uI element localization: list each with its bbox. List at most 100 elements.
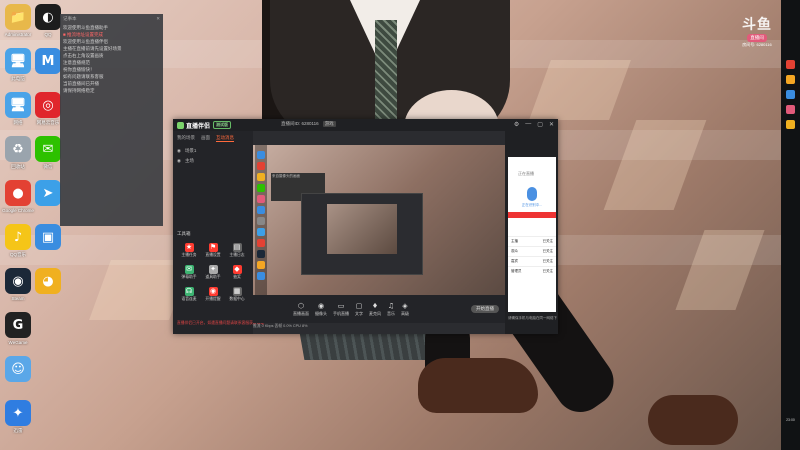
tool-button[interactable]: ▦ 数据中心 [225, 287, 249, 302]
microphone-icon[interactable] [527, 187, 537, 201]
source-icon[interactable] [257, 151, 265, 159]
bottom-button-icon: ⬡ [297, 301, 305, 310]
tab-2[interactable]: 互动消息 [216, 135, 234, 142]
source-icon[interactable] [257, 261, 265, 269]
app-name: 直播伴侣 [186, 123, 211, 130]
bottom-button-label: 高级 [401, 310, 409, 316]
taskbar-app-icon[interactable] [786, 105, 795, 114]
bottom-button[interactable]: ♫ 音乐 [387, 302, 395, 317]
source-icon[interactable] [257, 173, 265, 181]
tool-button[interactable]: ☊ 语音连麦 [177, 287, 201, 302]
tool-icon: ☊ [184, 287, 194, 296]
taskbar-app-icon[interactable] [786, 75, 795, 84]
source-icon[interactable] [257, 162, 265, 170]
watermark-logo: 斗鱼 [742, 17, 772, 33]
left-tabs: 我的场景 画面 互动消息 [173, 131, 253, 146]
tool-button[interactable]: ⚑ 直播设置 [201, 243, 225, 258]
source-icon[interactable] [257, 184, 265, 192]
tool-icon: ✉ [184, 265, 194, 274]
eye-icon[interactable]: ◉ [177, 148, 181, 154]
source-icon[interactable] [257, 272, 265, 280]
bottom-button[interactable]: ▢ 文字 [355, 302, 363, 317]
tab-1[interactable]: 画面 [201, 135, 210, 142]
tool-button[interactable]: ✦ 道具助手 [201, 265, 225, 280]
photo-tie [375, 20, 397, 120]
tool-button[interactable]: ✉ 弹幕助手 [177, 265, 201, 280]
bottom-button[interactable]: ♦ 麦克风 [369, 302, 381, 317]
tool-label: 数据中心 [229, 297, 245, 301]
taskbar-clock[interactable]: 23:00 [781, 418, 800, 422]
bottom-button-label: 直播画面 [293, 310, 309, 316]
notes-line: 祝你直播愉快！ [63, 67, 95, 72]
tool-button[interactable]: ◉ 开播提醒 [201, 287, 225, 302]
phone-list-row[interactable]: 管理员 已关注 [508, 266, 556, 276]
right-panel: 正在直播 正在识别中... 主播 已关注 观众 已关注 嘉宾 已关注 管理员 已关注 请确保手… [505, 131, 558, 334]
nested-image [327, 204, 397, 254]
notes-line: 注意直播规范 [63, 60, 90, 65]
taskbar-app-icon[interactable] [786, 90, 795, 99]
bottom-button[interactable]: ◉ 摄像头 [315, 302, 327, 317]
live-assistant-window[interactable]: 直播伴侣 测试版 直播间ID: 6280116 游戏 ⚙ — ▢ ✕ 我的场景 画面 互动… [173, 119, 558, 334]
taskbar-app-icon[interactable] [786, 120, 795, 129]
bottom-button-icon: ▢ [355, 301, 363, 310]
taskbar [781, 0, 800, 450]
start-live-button[interactable]: 开始直播 [471, 305, 499, 313]
scene-label: 场景1 [184, 148, 197, 153]
phone-caption: 正在识别中... [521, 203, 543, 207]
tool-label: 抽奖 [233, 275, 241, 279]
phone-list-row[interactable]: 嘉宾 已关注 [508, 256, 556, 266]
close-icon[interactable]: ✕ [156, 16, 160, 22]
close-icon[interactable]: ✕ [549, 121, 554, 128]
taskbar-app-icon[interactable] [786, 60, 795, 69]
source-icon[interactable] [257, 195, 265, 203]
phone-top-text: 正在直播 [518, 171, 534, 176]
scene-item[interactable]: ◉ 场景1 [173, 146, 253, 156]
notes-content[interactable]: 欢迎使用斗鱼直播助手 ■ 推流地址设置完成 欢迎使用斗鱼直播伴侣 主播在直播前请先设置… [60, 25, 163, 94]
tab-0[interactable]: 我的场景 [177, 135, 195, 142]
desktop-icon[interactable]: ◕ [30, 268, 66, 296]
watermark-pill: 直播间 [747, 34, 767, 42]
source-icon[interactable] [257, 250, 265, 258]
desktop-icon[interactable]: ☺ [0, 356, 36, 384]
tool-button[interactable]: ▤ 主播日志 [225, 243, 249, 258]
source-icon[interactable] [257, 217, 265, 225]
phone-list-row[interactable]: 主播 已关注 [508, 236, 556, 246]
tool-icon: ▦ [232, 287, 242, 296]
folder-icon: 📁 [5, 4, 31, 30]
tool-label: 开播提醒 [205, 297, 221, 301]
phone-list-row[interactable]: 观众 已关注 [508, 246, 556, 256]
desktop-icon[interactable]: ▣ [30, 224, 66, 252]
bottom-button-label: 音乐 [387, 310, 395, 316]
phone-preview[interactable]: 正在直播 正在识别中... 主播 已关注 观众 已关注 嘉宾 已关注 管理员 已关注 [508, 157, 556, 312]
bottom-button[interactable]: ◈ 高级 [401, 302, 409, 317]
qq-icon: ◐ [35, 4, 61, 30]
scene-item[interactable]: ◉ 主场 [173, 156, 253, 166]
minimize-icon[interactable]: — [525, 121, 531, 128]
tool-icon: ✦ [208, 265, 218, 274]
room-id: 直播间ID: 6280116 [281, 121, 319, 126]
category-tag[interactable]: 游戏 [322, 121, 336, 127]
notes-titlebar: 记事本 ✕ [60, 14, 163, 24]
tool-button[interactable]: ◆ 抽奖 [225, 265, 249, 280]
settings-icon[interactable]: ⚙ [514, 121, 519, 128]
source-icon[interactable] [257, 228, 265, 236]
assistant-icon: ☺ [5, 356, 31, 382]
source-icon[interactable] [257, 206, 265, 214]
preview-canvas[interactable]: 来自摄像头的画面 [253, 145, 505, 295]
eye-icon[interactable]: ◉ [177, 158, 181, 164]
desktop-icon[interactable]: G WeGame [0, 312, 36, 345]
computer-icon: 🖥 [5, 48, 31, 74]
maximize-icon[interactable]: ▢ [537, 121, 543, 128]
bottom-button[interactable]: ⬡ 直播画面 [293, 302, 309, 317]
window-controls: ⚙ — ▢ ✕ [514, 121, 554, 128]
tool-icon: ◉ [208, 287, 218, 296]
tool-icon: ◆ [232, 265, 242, 274]
notes-window[interactable]: 记事本 ✕ 欢迎使用斗鱼直播助手 ■ 推流地址设置完成 欢迎使用斗鱼直播伴侣 主播在直… [60, 14, 163, 226]
scene-label: 主场 [184, 158, 194, 163]
desktop-icon[interactable]: ✦ 迅雷 [0, 400, 36, 434]
bottom-toolbar: ⬡ 直播画面 ◉ 摄像头 ▭ 手机直播 ▢ 文字 ♦ 麦克风 ♫ 音乐 ◈ 高级 开始直播 [253, 295, 505, 323]
desktop-icon-label: Google Chrome [2, 208, 34, 213]
source-icon[interactable] [257, 239, 265, 247]
bottom-button[interactable]: ▭ 手机直播 [333, 302, 349, 317]
tool-button[interactable]: ★ 主播任务 [177, 243, 201, 258]
